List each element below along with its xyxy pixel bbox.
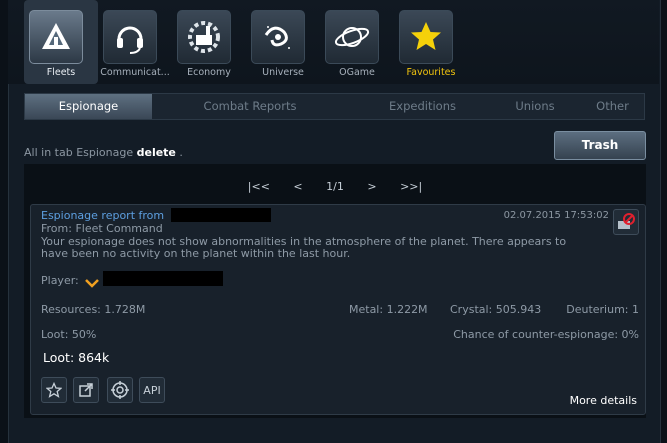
tab-other[interactable]: Other	[585, 94, 640, 119]
tab-espionage[interactable]: Espionage	[25, 94, 152, 119]
report-title[interactable]: Espionage report from	[41, 209, 164, 222]
delete-message-button[interactable]	[613, 209, 639, 235]
delete-all-link[interactable]: delete	[137, 146, 176, 159]
factory-icon	[177, 10, 231, 64]
nav-economy[interactable]: Economy	[172, 0, 246, 84]
pagination: |<< < 1/1 > >>|	[24, 180, 646, 193]
api-button[interactable]: API	[139, 377, 165, 403]
report-from: From: Fleet Command	[41, 222, 163, 235]
report-text-line2: have been no activity on the planet with…	[41, 247, 351, 260]
external-link-icon	[79, 383, 93, 397]
metal: Metal: 1.222M	[349, 303, 428, 316]
nav-label: Fleets	[46, 67, 76, 78]
info-text: All in tab Espionage	[24, 146, 134, 159]
favourite-button[interactable]	[41, 377, 67, 403]
target-icon	[111, 381, 129, 399]
nav-label: Universe	[262, 67, 304, 78]
nav-favourites[interactable]: Favourites	[394, 0, 468, 84]
attack-button[interactable]	[107, 377, 133, 403]
galaxy-icon	[251, 10, 305, 64]
espionage-report: Espionage report from 02.07.2015 17:53:0…	[30, 204, 646, 415]
nav-communication[interactable]: Communicat...	[98, 0, 172, 84]
loot-percent: Loot: 50%	[41, 328, 97, 341]
star-icon	[399, 10, 453, 64]
loot-total: Loot: 864k	[43, 350, 110, 365]
info-suffix: .	[179, 146, 183, 159]
page-indicator: 1/1	[326, 180, 344, 193]
counter-espionage: Chance of counter-espionage: 0%	[453, 328, 639, 341]
fleets-icon	[29, 10, 83, 64]
deuterium: Deuterium: 1	[566, 303, 639, 316]
nav-label: Communicat...	[100, 67, 170, 78]
nav-universe[interactable]: Universe	[246, 0, 320, 84]
next-page-button[interactable]: >	[367, 180, 376, 193]
share-button[interactable]	[73, 377, 99, 403]
top-navigation: Fleets Communicat... Economy Universe OG…	[8, 0, 659, 84]
more-details-link[interactable]: More details	[570, 394, 637, 407]
tab-combat-reports[interactable]: Combat Reports	[175, 94, 325, 119]
resources: Resources: 1.728M	[41, 303, 146, 316]
nav-label: OGame	[339, 67, 375, 78]
tab-unions[interactable]: Unions	[500, 94, 570, 119]
rank-icon	[85, 274, 99, 288]
tab-expeditions[interactable]: Expeditions	[370, 94, 475, 119]
nav-label: Favourites	[406, 67, 456, 78]
tab-info: All in tab Espionage delete .	[24, 146, 183, 159]
nav-fleets[interactable]: Fleets	[24, 0, 98, 84]
star-outline-icon	[46, 382, 62, 398]
player-label: Player:	[41, 274, 79, 287]
crystal: Crystal: 505.943	[450, 303, 542, 316]
first-page-button[interactable]: |<<	[248, 180, 270, 193]
report-date: 02.07.2015 17:53:02	[503, 210, 609, 221]
nav-label: Economy	[187, 67, 231, 78]
redacted-name	[171, 208, 271, 222]
planet-icon	[325, 10, 379, 64]
delete-icon	[618, 213, 635, 229]
redacted-player	[103, 271, 223, 286]
trash-button[interactable]: Trash	[554, 131, 646, 160]
last-page-button[interactable]: >>|	[400, 180, 422, 193]
message-tabs: Espionage Combat Reports Expeditions Uni…	[24, 93, 645, 120]
prev-page-button[interactable]: <	[293, 180, 302, 193]
headset-icon	[103, 10, 157, 64]
nav-ogame[interactable]: OGame	[320, 0, 394, 84]
